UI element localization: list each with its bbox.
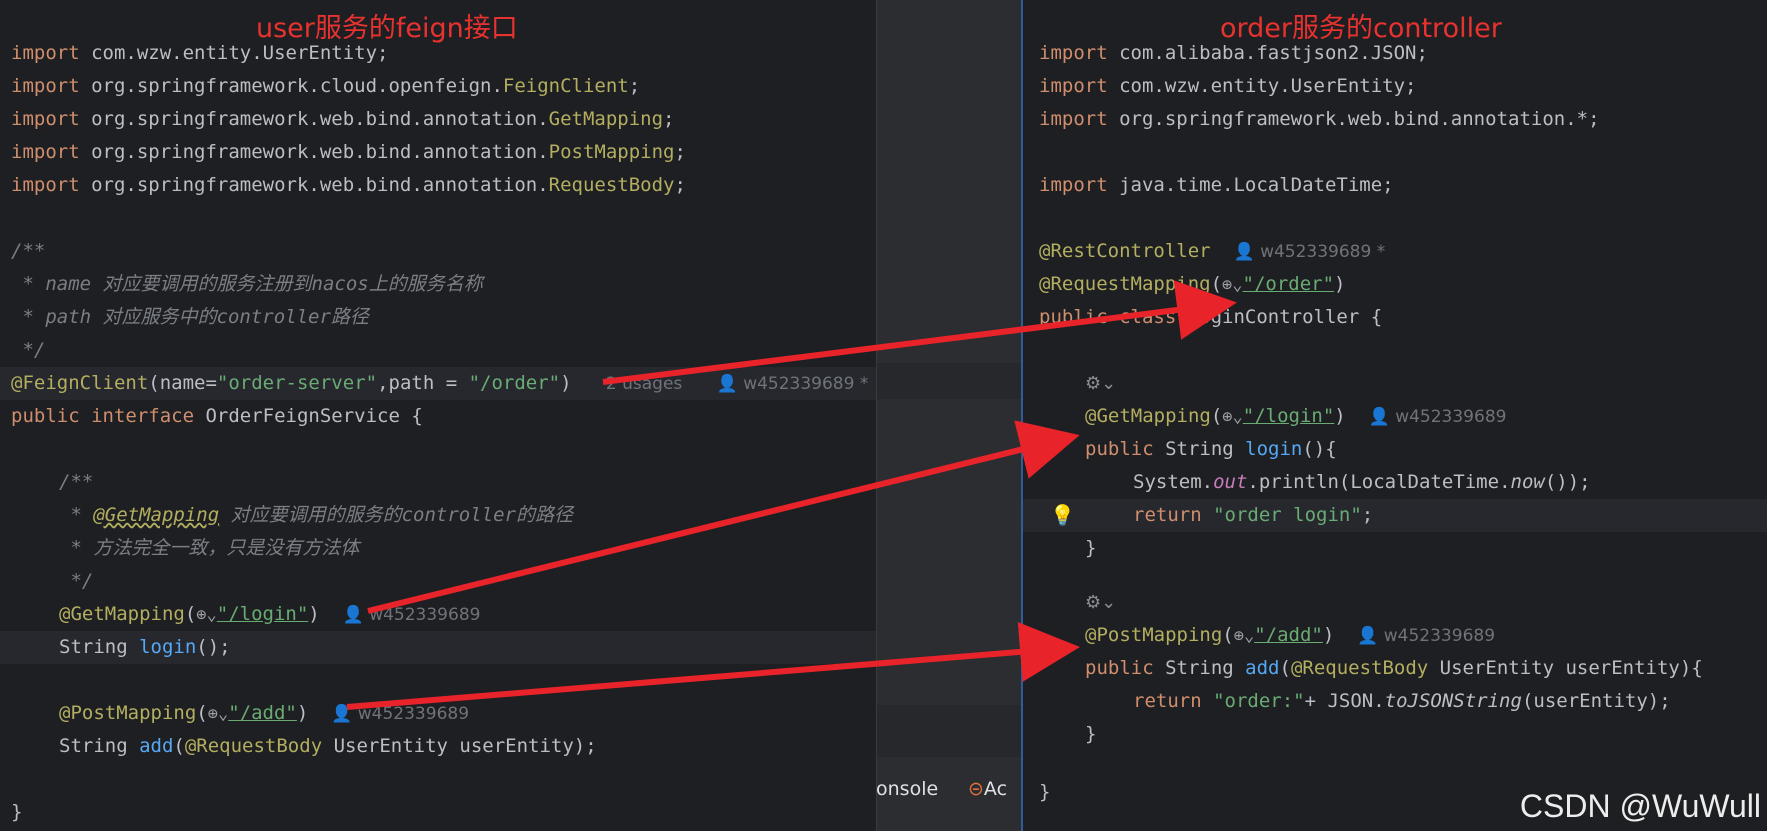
arrow-login-mapping [367,420,1080,614]
watermark: CSDN @WuWull [1519,788,1761,824]
arrow-order-path [602,280,1237,385]
arrow-add-mapping [346,622,1080,710]
annotation-arrows [346,280,1237,710]
